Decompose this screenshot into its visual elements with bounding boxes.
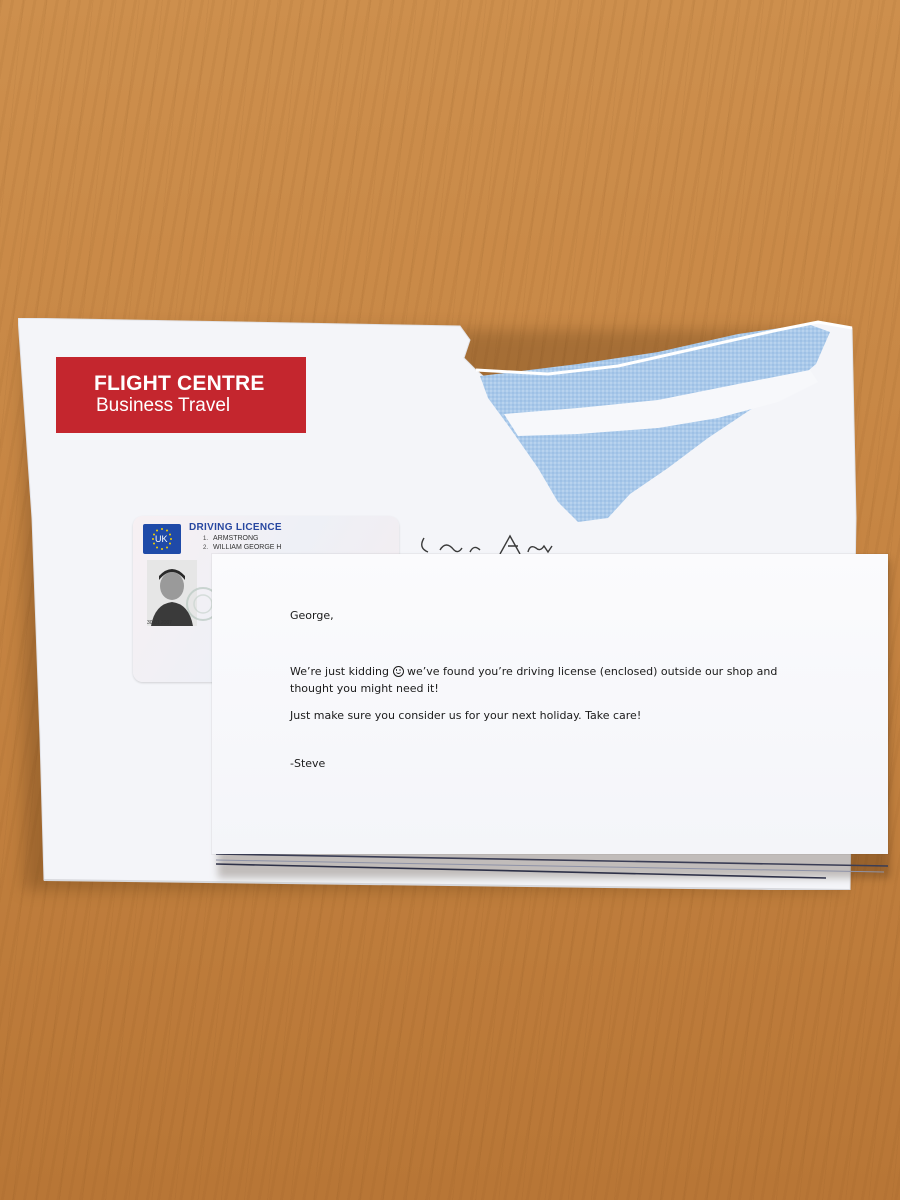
eu-flag-icon: UK <box>143 524 181 554</box>
field-number-2: 2. <box>203 545 209 551</box>
note-salutation: George, <box>290 609 334 622</box>
note-body-line1-end: we’ve found you’re driving license (encl… <box>403 665 778 678</box>
licence-surname: ARMSTRONG <box>213 535 259 542</box>
logo-division: Business Travel <box>96 395 231 416</box>
note-folded-edges <box>216 852 888 879</box>
country-code: UK <box>155 534 168 544</box>
licence-title: DRIVING LICENCE <box>189 522 282 533</box>
field-number-1: 1. <box>203 536 209 542</box>
logo-brand: FLIGHT CENTRE <box>94 372 265 395</box>
handwritten-note-card: George, We’re just kidding we’ve found y… <box>212 554 888 854</box>
licence-given-names: WILLIAM GEORGE H <box>213 544 282 551</box>
smiley-face-icon <box>392 666 404 677</box>
licence-date: 30.01.2007 <box>147 620 173 626</box>
note-signoff: -Steve <box>290 757 326 770</box>
note-body-line2: thought you might need it! <box>290 682 439 695</box>
note-body-line1-start: We’re just kidding <box>290 665 390 678</box>
note-body-line1: We’re just kidding we’ve found you’re dr… <box>290 664 810 680</box>
photo-scene: FLIGHT CENTRE Business Travel UK DRIVING… <box>0 0 900 1200</box>
flight-centre-logo: FLIGHT CENTRE Business Travel <box>56 357 306 433</box>
note-body-line3: Just make sure you consider us for your … <box>290 709 642 722</box>
